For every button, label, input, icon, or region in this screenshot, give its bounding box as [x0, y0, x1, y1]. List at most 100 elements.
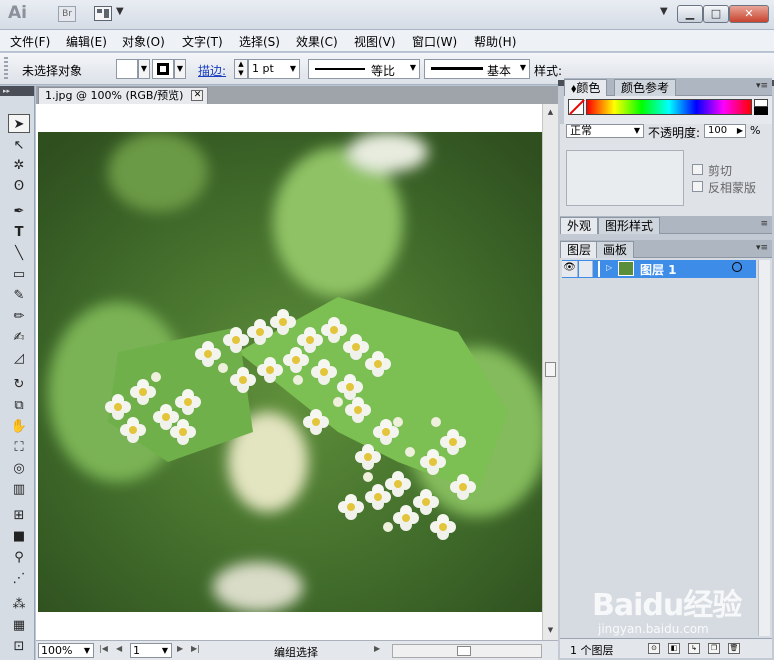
eyedropper-tool-icon[interactable]: ⚲: [8, 548, 30, 567]
new-sublayer-icon[interactable]: ↳: [688, 643, 700, 654]
rectangle-tool-icon[interactable]: ▭: [8, 265, 30, 284]
mesh-tool-icon[interactable]: ⊞: [8, 506, 30, 525]
chevron-down-icon[interactable]: ▼: [116, 6, 124, 17]
expand-layer-icon[interactable]: ▷: [606, 263, 612, 272]
layer-name[interactable]: 图层 1: [640, 261, 677, 278]
white-swatch[interactable]: [754, 99, 768, 107]
scroll-up-icon[interactable]: ▲: [545, 106, 556, 118]
artboard-number-field[interactable]: 1 ▼: [130, 643, 172, 658]
horizontal-scrollbar[interactable]: [392, 644, 542, 658]
lock-toggle[interactable]: [579, 261, 593, 277]
stroke-weight-field[interactable]: 1 pt ▼: [248, 59, 300, 79]
mask-thumbnail[interactable]: [566, 150, 684, 206]
direct-selection-tool-icon[interactable]: ↖: [8, 136, 30, 155]
menu-effect[interactable]: 效果(C): [296, 33, 338, 50]
artboard-canvas[interactable]: [36, 104, 542, 640]
close-tab-icon[interactable]: ✕: [191, 90, 204, 101]
clipping-mask-icon[interactable]: ◧: [668, 643, 680, 654]
brush-definition[interactable]: 基本 ▼: [424, 59, 530, 79]
layer-row[interactable]: 👁 ▷ 图层 1: [562, 260, 756, 278]
arrange-documents-icon[interactable]: [94, 6, 112, 21]
selection-tool-icon[interactable]: ➤: [8, 114, 30, 133]
maximize-button[interactable]: □: [703, 5, 729, 23]
symbol-sprayer-tool-icon[interactable]: ⁂: [8, 595, 30, 614]
invert-mask-checkbox[interactable]: [692, 181, 703, 192]
stroke-panel-link[interactable]: 描边:: [198, 62, 226, 79]
scroll-thumb[interactable]: [545, 362, 556, 377]
artboard-tool-icon[interactable]: ⊡: [8, 637, 30, 656]
variable-width-profile[interactable]: 等比 ▼: [308, 59, 420, 79]
paintbrush-tool-icon[interactable]: ✎: [8, 286, 30, 305]
stroke-weight-stepper[interactable]: ▲ ▼: [234, 59, 248, 79]
color-panel-menu-icon[interactable]: ▾≡: [756, 81, 768, 91]
warp-tool-icon[interactable]: ✋: [8, 417, 30, 436]
target-icon[interactable]: [732, 262, 742, 272]
shape-builder-tool-icon[interactable]: ◎: [8, 459, 30, 478]
rotate-tool-icon[interactable]: ↻: [8, 375, 30, 394]
locate-object-icon[interactable]: ⊙: [648, 643, 660, 654]
delete-layer-icon[interactable]: 🗑: [728, 643, 740, 654]
black-swatch[interactable]: [754, 107, 768, 115]
menu-object[interactable]: 对象(O): [122, 33, 165, 50]
tab-color-guide[interactable]: 颜色参考: [614, 79, 677, 96]
transparency-panel: 正常 ▼ 不透明度: 100 ▶ % 剪切 反相蒙版: [560, 124, 772, 216]
blend-mode-dropdown[interactable]: 正常 ▼: [566, 124, 644, 138]
free-transform-tool-icon[interactable]: ⛶: [8, 438, 30, 457]
horizontal-scroll-thumb[interactable]: [457, 646, 471, 656]
visibility-eye-icon[interactable]: 👁: [562, 261, 578, 277]
minimize-button[interactable]: ▁: [677, 5, 703, 23]
bridge-button[interactable]: Br: [58, 6, 76, 22]
previous-artboard-icon[interactable]: ◀: [116, 644, 122, 653]
clip-checkbox[interactable]: [692, 164, 703, 175]
stroke-swatch[interactable]: [152, 59, 174, 79]
menu-edit[interactable]: 编辑(E): [66, 33, 107, 50]
eraser-tool-icon[interactable]: ◿: [8, 349, 30, 368]
menu-type[interactable]: 文字(T): [182, 33, 223, 50]
graph-tool-icon[interactable]: ▦: [8, 616, 30, 635]
blend-tool-icon[interactable]: ⋰: [8, 569, 30, 588]
pencil-tool-icon[interactable]: ✏: [8, 307, 30, 326]
tab-graphic-styles[interactable]: 图形样式: [598, 217, 661, 234]
line-tool-icon[interactable]: ╲: [8, 244, 30, 263]
next-artboard-icon[interactable]: ▶: [177, 644, 183, 653]
blob-brush-tool-icon[interactable]: ✍: [8, 328, 30, 347]
workspace-chevron-down-icon[interactable]: ▼: [660, 6, 668, 17]
vertical-scrollbar[interactable]: ▲ ▼: [542, 104, 558, 640]
tab-artboards[interactable]: 画板: [596, 241, 635, 258]
menu-window[interactable]: 窗口(W): [412, 33, 457, 50]
fill-swatch[interactable]: [116, 59, 138, 79]
menu-file[interactable]: 文件(F): [10, 33, 50, 50]
scale-tool-icon[interactable]: ⧉: [8, 396, 30, 415]
tools-collapse-icon[interactable]: ▸▸: [0, 86, 34, 96]
first-artboard-icon[interactable]: |◀: [99, 644, 108, 653]
last-artboard-icon[interactable]: ▶|: [191, 644, 200, 653]
column-graph-tool-icon[interactable]: ▥: [8, 480, 30, 499]
new-layer-icon[interactable]: ❐: [708, 643, 720, 654]
menu-view[interactable]: 视图(V): [354, 33, 396, 50]
grip-icon[interactable]: [4, 57, 8, 81]
tab-color[interactable]: ⬧颜色: [564, 79, 608, 96]
zoom-dropdown[interactable]: 100% ▼: [38, 643, 94, 658]
menu-select[interactable]: 选择(S): [239, 33, 280, 50]
color-spectrum[interactable]: [586, 99, 752, 115]
none-swatch-icon[interactable]: [568, 99, 584, 115]
tab-layers[interactable]: 图层: [560, 241, 599, 258]
status-menu-icon[interactable]: ▶: [374, 644, 380, 653]
layer-thumbnail: [618, 261, 634, 276]
lasso-tool-icon[interactable]: ʘ: [8, 177, 30, 196]
type-tool-icon[interactable]: T: [8, 223, 30, 242]
menu-help[interactable]: 帮助(H): [474, 33, 516, 50]
close-button[interactable]: ✕: [729, 5, 769, 23]
stroke-dropdown[interactable]: ▼: [174, 59, 186, 79]
magic-wand-tool-icon[interactable]: ✲: [8, 156, 30, 175]
tab-appearance[interactable]: 外观: [560, 217, 599, 234]
layers-scrollbar[interactable]: [758, 260, 770, 636]
appearance-panel-menu-icon[interactable]: ≡: [760, 219, 768, 229]
opacity-field[interactable]: 100 ▶: [704, 124, 746, 138]
fill-dropdown[interactable]: ▼: [138, 59, 150, 79]
gradient-tool-icon[interactable]: ■: [8, 527, 30, 546]
scroll-down-icon[interactable]: ▼: [545, 624, 556, 636]
pen-tool-icon[interactable]: ✒: [8, 202, 30, 221]
document-tab[interactable]: 1.jpg @ 100% (RGB/预览) ✕: [38, 87, 209, 104]
layers-panel-menu-icon[interactable]: ▾≡: [756, 243, 768, 253]
